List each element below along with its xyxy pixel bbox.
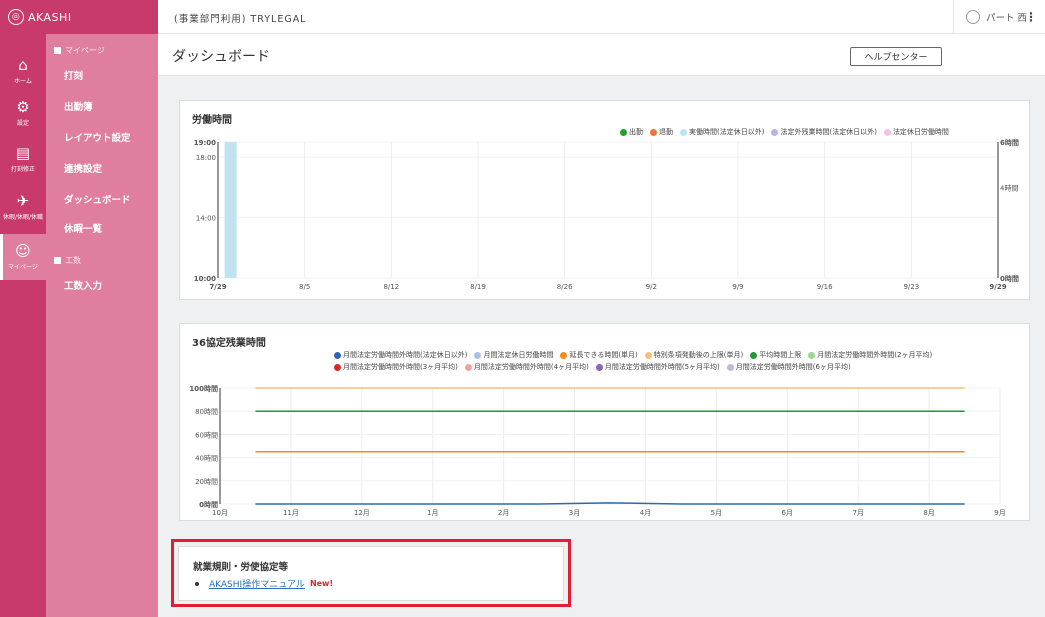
overtime-chart: 10月 11月 12月 1月 2月 3月 4月 5月 6月 7月 8月 9月 0時間 20時間 40時間 60… — [189, 384, 1005, 517]
x-tick-label: 9/9 — [732, 283, 743, 291]
rail-label: マイページ — [8, 264, 38, 271]
y2-tick-label: 6時間 — [1000, 138, 1019, 147]
x-tick-label: 9月 — [994, 509, 1005, 517]
x-tick-label: 7/29 — [209, 283, 226, 291]
user-name: パート 西 — [986, 13, 1028, 24]
bullet-icon — [195, 581, 199, 586]
help-center-button[interactable]: ヘルプセンター — [850, 47, 942, 66]
submenu-section-mypage: マイページ — [54, 45, 105, 56]
x-tick-label: 10月 — [212, 509, 228, 517]
x-tick-label: 5月 — [711, 509, 722, 517]
manual-link[interactable]: AKASHI操作マニュアル — [209, 577, 305, 590]
rail-label: 休暇/休暇/休職 — [2, 214, 44, 221]
x-tick-label: 8/19 — [470, 283, 486, 291]
x-tick-label: 1月 — [427, 509, 438, 517]
x-tick-label: 9/29 — [989, 283, 1006, 291]
page-header: ダッシュボード ヘルプセンター — [158, 34, 1045, 76]
x-tick-label: 9/16 — [817, 283, 833, 291]
sub-menu: マイページ 打刻 出勤簿 レイアウト設定 連携設定 ダッシュボード 休暇一覧 工… — [46, 34, 158, 617]
y-tick-label: 20時間 — [195, 478, 218, 486]
y-tick-label: 18:00 — [196, 154, 216, 162]
y-tick-label: 0時間 — [199, 500, 218, 509]
avatar-icon — [966, 10, 980, 24]
y-tick-label: 14:00 — [196, 215, 216, 223]
submenu-item-leave-list[interactable]: 休暇一覧 — [64, 221, 102, 235]
new-badge: New! — [309, 579, 334, 588]
company-name: (事業部門利用) TRYLEGAL — [174, 14, 307, 25]
person-icon: ☺ — [15, 242, 31, 260]
logo-text: AKASHI — [28, 10, 72, 24]
submenu-item-attendance[interactable]: 出勤簿 — [64, 99, 93, 113]
y2-tick-label: 0時間 — [1000, 274, 1019, 283]
x-tick-label: 8/5 — [299, 283, 310, 291]
x-tick-label: 8/26 — [557, 283, 573, 291]
rail-label: 打刻修正 — [10, 166, 35, 173]
x-tick-label: 2月 — [498, 509, 509, 517]
y-tick-label: 40時間 — [195, 455, 218, 463]
home-icon: ⌂ — [18, 56, 28, 74]
x-tick-label: 4月 — [640, 509, 651, 517]
x-tick-label: 9/23 — [903, 283, 919, 291]
clipboard-icon: ▤ — [15, 144, 31, 162]
y-tick-label: 10:00 — [194, 275, 216, 283]
rules-card: 就業規則・労使協定等 AKASHI操作マニュアル New! — [178, 546, 564, 601]
logo-icon: ◎ — [8, 9, 24, 25]
rail-item-mypage[interactable]: ☺ マイページ — [0, 234, 46, 280]
section-label: 工数 — [65, 256, 81, 265]
rail-label: 設定 — [16, 120, 29, 127]
x-tick-label: 3月 — [569, 509, 580, 517]
x-tick-label: 7月 — [852, 509, 863, 517]
y-tick-label: 19:00 — [194, 139, 216, 147]
rail-item-settings[interactable]: ⚙ 設定 — [0, 90, 46, 136]
x-tick-label: 6月 — [782, 509, 793, 517]
rail-item-home[interactable]: ⌂ ホーム — [0, 48, 46, 94]
labor-chart: 7/29 8/5 8/12 8/19 8/26 9/2 9/9 9/16 9/23 9/29 10:… — [194, 138, 1019, 291]
rules-title: 就業規則・労使協定等 — [193, 562, 289, 573]
submenu-item-integration[interactable]: 連携設定 — [64, 161, 102, 175]
gear-icon: ⚙ — [16, 98, 30, 116]
x-tick-label: 11月 — [283, 509, 299, 517]
x-tick-label: 8/12 — [383, 283, 399, 291]
rail-label: ホーム — [14, 78, 32, 85]
rail-item-leave[interactable]: ✈ 休暇/休暇/休職 — [0, 184, 46, 230]
overtime-card: 36協定残業時間 月間法定労働時間外時間(法定休日以外) 月間法定休日労働時間 延長… — [179, 323, 1030, 521]
submenu-item-punch[interactable]: 打刻 — [64, 68, 83, 82]
app-logo[interactable]: ◎ AKASHI — [0, 0, 158, 34]
y-tick-label: 80時間 — [195, 408, 218, 416]
list-item: AKASHI操作マニュアル New! — [195, 577, 333, 590]
page-title: ダッシュボード — [172, 49, 270, 65]
submenu-section-effort: 工数 — [54, 255, 81, 266]
y-tick-label: 60時間 — [195, 431, 218, 439]
user-menu[interactable]: パート 西 ⋮ — [953, 0, 1045, 34]
y2-tick-label: 4時間 — [1000, 184, 1018, 192]
submenu-item-dashboard[interactable]: ダッシュボード — [64, 192, 131, 206]
x-tick-label: 12月 — [354, 509, 370, 517]
top-bar: (事業部門利用) TRYLEGAL パート 西 ⋮ — [158, 0, 1045, 34]
square-icon — [54, 47, 61, 54]
plane-icon: ✈ — [16, 192, 30, 210]
x-tick-label: 8月 — [923, 509, 934, 517]
y-tick-label: 100時間 — [189, 384, 218, 393]
rail-item-correction[interactable]: ▤ 打刻修正 — [0, 136, 46, 182]
square-icon — [54, 257, 61, 264]
more-vertical-icon[interactable]: ⋮ — [1025, 10, 1037, 24]
bar — [224, 142, 237, 278]
labor-time-card: 労働時間 出勤 退勤 実働時間(法定休日以外) 法定外残業時間(法定休日以外) 法定休日… — [179, 100, 1030, 300]
submenu-item-effort-input[interactable]: 工数入力 — [64, 278, 102, 292]
section-label: マイページ — [65, 46, 105, 55]
submenu-item-layout[interactable]: レイアウト設定 — [64, 130, 131, 144]
x-tick-label: 9/2 — [646, 283, 657, 291]
